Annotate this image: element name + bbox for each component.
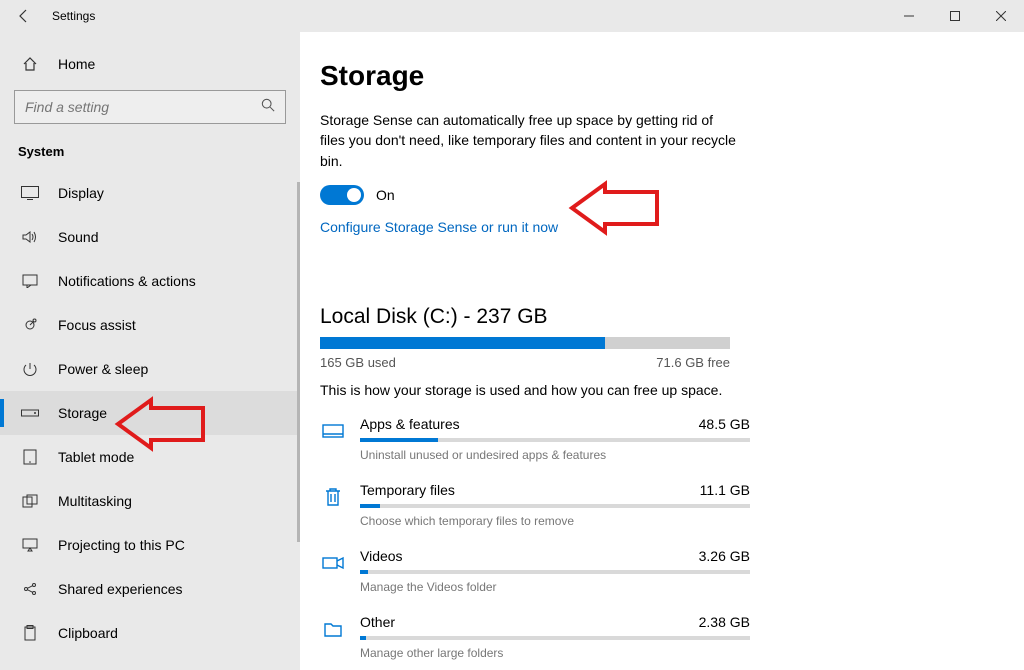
- sidebar-item-label: Focus assist: [58, 317, 136, 333]
- sidebar-item-label: Notifications & actions: [58, 273, 196, 289]
- item-name: Videos: [360, 548, 403, 564]
- storage-icon: [20, 408, 40, 418]
- home-nav[interactable]: Home: [0, 44, 300, 84]
- item-size: 3.26 GB: [699, 548, 750, 564]
- annotation-arrow: [113, 400, 213, 455]
- maximize-button[interactable]: [932, 0, 978, 32]
- item-hint: Manage the Videos folder: [360, 580, 750, 594]
- disk-free-label: 71.6 GB free: [656, 355, 730, 370]
- power-icon: [20, 362, 40, 376]
- storage-item-apps[interactable]: Apps & features 48.5 GB Uninstall unused …: [320, 416, 750, 462]
- titlebar: Settings: [0, 0, 1024, 32]
- disk-usage-bar: [320, 337, 730, 349]
- storage-item-videos[interactable]: Videos 3.26 GB Manage the Videos folder: [320, 548, 750, 594]
- disk-title: Local Disk (C:) - 237 GB: [320, 305, 984, 329]
- shared-icon: [20, 582, 40, 596]
- category-title: System: [0, 136, 300, 171]
- home-label: Home: [58, 56, 95, 72]
- storage-item-other[interactable]: Other 2.38 GB Manage other large folders: [320, 614, 750, 660]
- configure-storage-sense-link[interactable]: Configure Storage Sense or run it now: [320, 219, 558, 235]
- storage-sense-toggle[interactable]: [320, 185, 364, 205]
- toggle-state-label: On: [376, 187, 395, 203]
- annotation-arrow: [567, 184, 667, 239]
- close-button[interactable]: [978, 0, 1024, 32]
- item-hint: Uninstall unused or undesired apps & fea…: [360, 448, 750, 462]
- minimize-button[interactable]: [886, 0, 932, 32]
- sidebar-item-label: Storage: [58, 405, 107, 421]
- display-icon: [20, 186, 40, 200]
- sidebar-item-shared[interactable]: Shared experiences: [0, 567, 300, 611]
- apps-icon: [320, 418, 346, 444]
- sidebar-scrollbar[interactable]: [296, 32, 300, 670]
- sidebar-item-projecting[interactable]: Projecting to this PC: [0, 523, 300, 567]
- content-area: Storage Storage Sense can automatically …: [300, 32, 1024, 670]
- window-controls: [886, 0, 1024, 32]
- item-name: Apps & features: [360, 416, 460, 432]
- sidebar-item-display[interactable]: Display: [0, 171, 300, 215]
- disk-used-label: 165 GB used: [320, 355, 396, 370]
- sidebar-item-focus[interactable]: Focus assist: [0, 303, 300, 347]
- sidebar-item-label: Clipboard: [58, 625, 118, 641]
- sidebar-item-label: Shared experiences: [58, 581, 183, 597]
- sidebar-item-label: Multitasking: [58, 493, 132, 509]
- sidebar-item-label: Power & sleep: [58, 361, 148, 377]
- item-name: Other: [360, 614, 395, 630]
- item-name: Temporary files: [360, 482, 455, 498]
- tablet-icon: [20, 449, 40, 465]
- item-size: 48.5 GB: [699, 416, 750, 432]
- item-size: 2.38 GB: [699, 614, 750, 630]
- window-title: Settings: [52, 9, 95, 23]
- page-title: Storage: [320, 60, 984, 92]
- home-icon: [20, 56, 40, 72]
- back-button[interactable]: [12, 4, 36, 28]
- storage-sense-description: Storage Sense can automatically free up …: [320, 110, 740, 171]
- sidebar-item-notifications[interactable]: Notifications & actions: [0, 259, 300, 303]
- sidebar-item-label: Display: [58, 185, 104, 201]
- search-box[interactable]: [14, 90, 286, 124]
- sidebar-item-multitasking[interactable]: Multitasking: [0, 479, 300, 523]
- folder-icon: [320, 616, 346, 642]
- sidebar-item-label: Projecting to this PC: [58, 537, 185, 553]
- disk-usage-fill: [320, 337, 605, 349]
- usage-description: This is how your storage is used and how…: [320, 382, 984, 398]
- sidebar-item-clipboard[interactable]: Clipboard: [0, 611, 300, 655]
- storage-item-temp[interactable]: Temporary files 11.1 GB Choose which temp…: [320, 482, 750, 528]
- sidebar-item-sound[interactable]: Sound: [0, 215, 300, 259]
- projecting-icon: [20, 538, 40, 552]
- trash-icon: [320, 484, 346, 510]
- item-size: 11.1 GB: [700, 482, 750, 498]
- focus-icon: [20, 318, 40, 332]
- search-icon: [261, 98, 275, 117]
- multitasking-icon: [20, 494, 40, 508]
- sidebar-item-power[interactable]: Power & sleep: [0, 347, 300, 391]
- notifications-icon: [20, 274, 40, 288]
- item-hint: Choose which temporary files to remove: [360, 514, 750, 528]
- sidebar: Home System Display Sound Notifications …: [0, 32, 300, 670]
- video-icon: [320, 550, 346, 576]
- sound-icon: [20, 230, 40, 244]
- clipboard-icon: [20, 625, 40, 641]
- sidebar-item-label: Sound: [58, 229, 98, 245]
- search-input[interactable]: [25, 99, 275, 115]
- disk-stats: 165 GB used 71.6 GB free: [320, 355, 730, 370]
- item-hint: Manage other large folders: [360, 646, 750, 660]
